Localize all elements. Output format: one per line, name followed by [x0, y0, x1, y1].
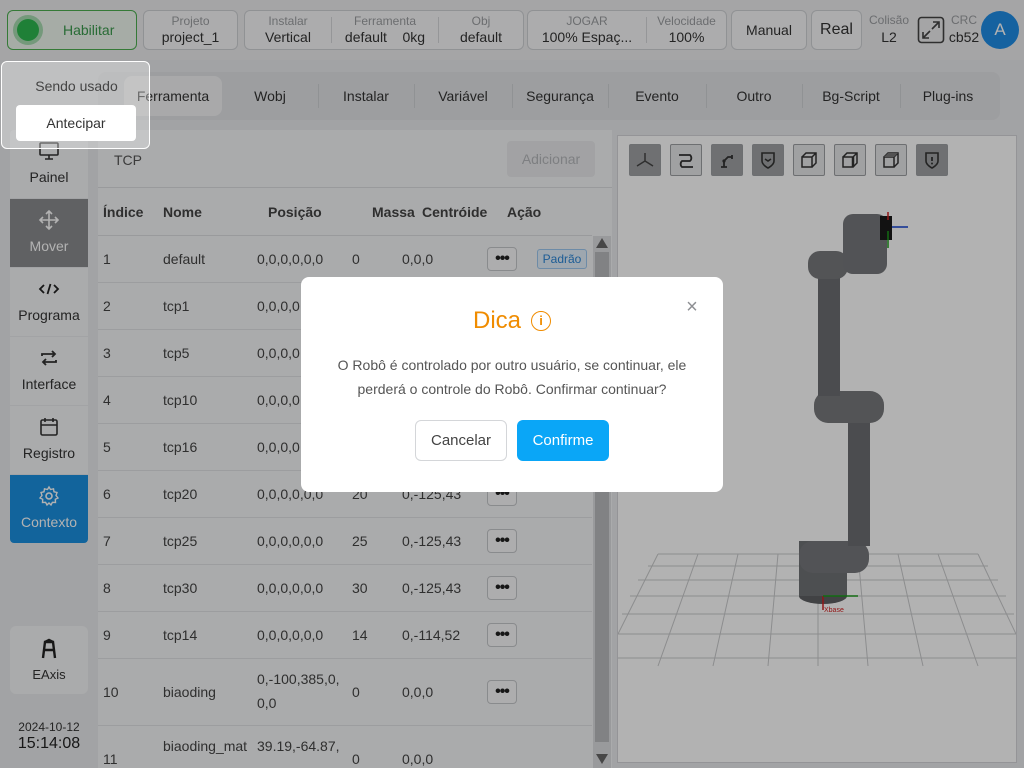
dialog-title-text: Dica — [472, 307, 521, 334]
cancel-button[interactable]: Cancelar — [415, 420, 507, 461]
in-use-text: Sendo usado — [35, 78, 118, 94]
preempt-button[interactable]: Antecipar — [16, 105, 136, 141]
info-icon: i — [531, 311, 551, 331]
confirm-button[interactable]: Confirme — [517, 420, 609, 461]
dialog-message: O Robô é controlado por outro usuário, s… — [337, 357, 687, 397]
in-use-popover: Sendo usado Antecipar — [1, 61, 150, 149]
dialog-title: Dica i — [301, 307, 723, 335]
close-icon[interactable]: × — [683, 297, 701, 317]
tip-dialog: Dica i × O Robô é controlado por outro us… — [301, 277, 723, 492]
